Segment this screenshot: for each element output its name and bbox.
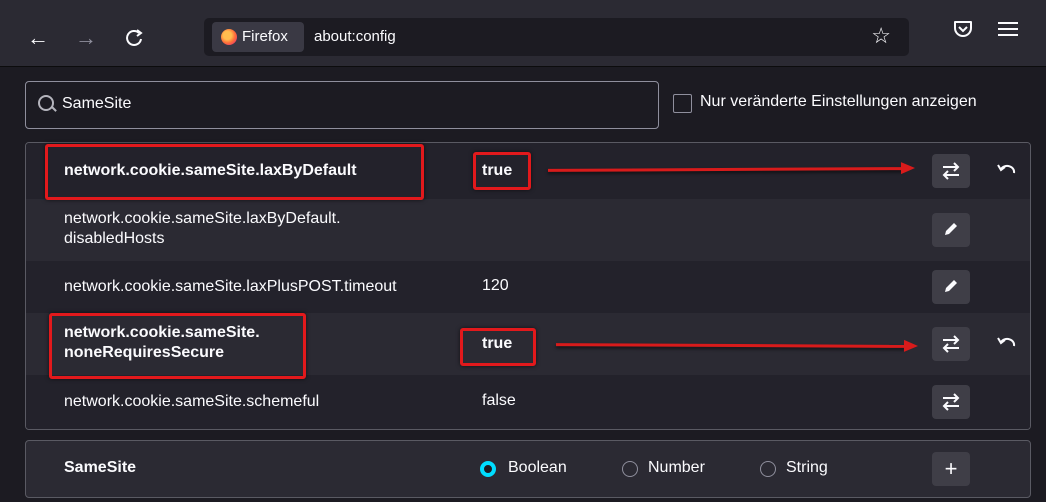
pref-name: network.cookie.sameSite.laxPlusPOST.time… [64,278,397,295]
search-input[interactable]: SameSite [25,81,659,129]
plus-icon: + [944,456,958,481]
toggle-icon [942,335,960,353]
add-pref-row: SameSite Boolean Number String + [25,440,1031,498]
radio-string-label[interactable]: String [786,459,828,477]
pencil-icon [945,223,957,235]
annotation-highlight-box [45,144,424,200]
edit-button[interactable] [932,270,970,304]
reset-icon[interactable] [994,332,1018,356]
forward-arrow-icon[interactable]: → [70,22,102,54]
pref-name-line1: network.cookie.sameSite.laxByDefault. [64,210,341,227]
pref-name-line2: disabledHosts [64,230,165,247]
back-arrow-icon[interactable]: ← [22,22,54,54]
modified-only-label[interactable]: Nur veränderte Einstellungen anzeigen [700,93,977,111]
table-row: network.cookie.sameSite.laxPlusPOST.time… [26,261,1030,313]
annotation-highlight-box [473,152,531,190]
modified-only-checkbox[interactable] [673,94,692,113]
radio-number-label[interactable]: Number [648,459,705,477]
toggle-button[interactable] [932,385,970,419]
toggle-icon [942,162,960,180]
toggle-button[interactable] [932,154,970,188]
table-row: network.cookie.sameSite.schemeful false [26,375,1030,429]
new-pref-name: SameSite [64,459,137,476]
search-icon [38,95,54,111]
identity-box[interactable]: Firefox [212,22,304,52]
reset-icon[interactable] [994,159,1018,183]
toggle-button[interactable] [932,327,970,361]
pocket-icon[interactable] [952,18,974,40]
pencil-icon [945,280,957,292]
pref-name: network.cookie.sameSite.schemeful [64,393,320,410]
hamburger-menu-icon[interactable] [998,18,1018,40]
toggle-icon [942,393,960,411]
pref-value: false [482,392,516,409]
url-text[interactable]: about:config [314,28,396,45]
bookmark-star-icon[interactable]: ☆ [871,23,891,49]
radio-number[interactable] [622,461,638,477]
radio-boolean-label[interactable]: Boolean [508,459,567,477]
url-bar[interactable]: Firefox about:config ☆ [204,18,909,56]
annotation-highlight-box [49,313,306,379]
table-row: network.cookie.sameSite.laxByDefault. di… [26,199,1030,261]
pref-value: 120 [482,277,509,294]
firefox-logo-icon [221,29,237,45]
edit-button[interactable] [932,213,970,247]
pref-name: network.cookie.sameSite.laxByDefault. di… [64,209,341,249]
radio-boolean[interactable] [480,461,496,477]
browser-toolbar: ← → Firefox about:config ☆ [0,0,1046,67]
radio-string[interactable] [760,461,776,477]
search-value: SameSite [62,95,132,112]
reload-icon[interactable] [118,22,150,54]
annotation-highlight-box [460,328,536,366]
add-button[interactable]: + [932,452,970,486]
identity-label: Firefox [242,28,288,45]
